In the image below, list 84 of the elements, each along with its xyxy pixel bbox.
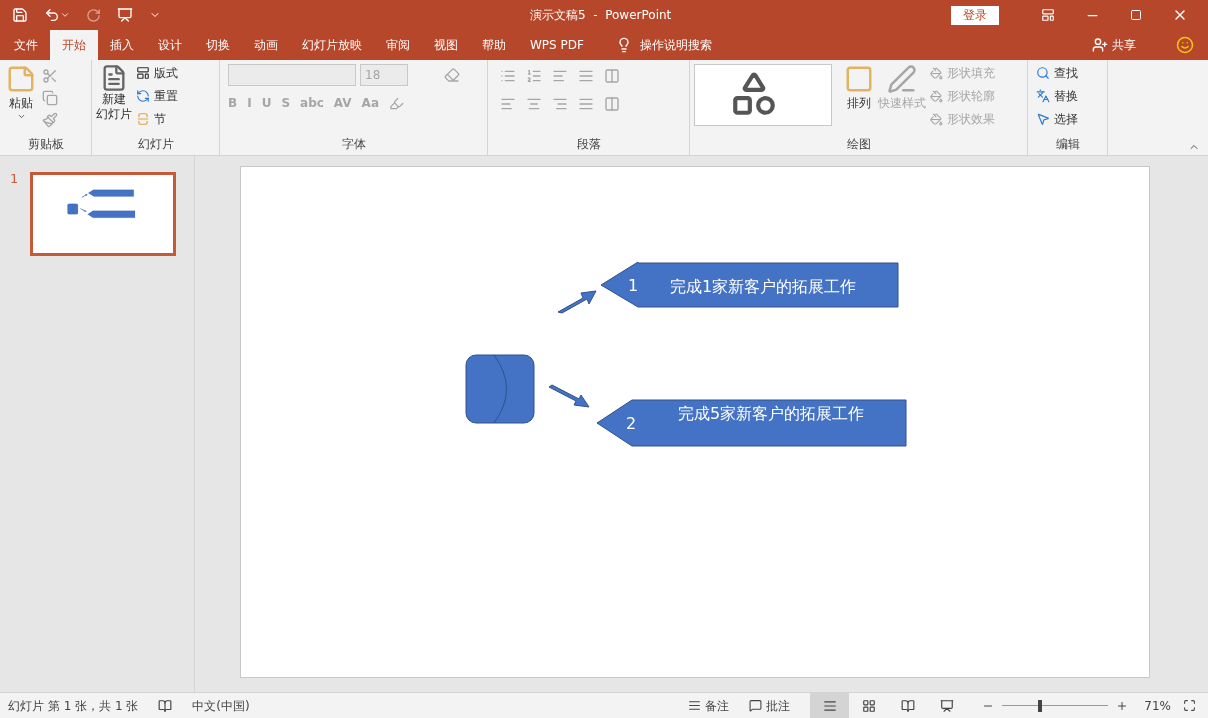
login-button[interactable]: 登录 xyxy=(951,5,999,25)
zoom-thumb[interactable] xyxy=(1038,699,1043,712)
callout-number: 2 xyxy=(625,414,637,433)
align-center-icon[interactable] xyxy=(526,96,542,112)
ribbon-tab[interactable]: 设计 xyxy=(146,30,194,60)
show-view-icon xyxy=(939,698,954,713)
zoom-in-icon[interactable] xyxy=(1116,699,1129,712)
justify-icon[interactable] xyxy=(578,96,594,112)
maximize-icon[interactable] xyxy=(1130,9,1142,21)
arrow-shape xyxy=(548,384,590,408)
columns-icon[interactable] xyxy=(604,96,620,112)
layout-icon xyxy=(136,66,150,80)
ribbon-tab[interactable]: 审阅 xyxy=(374,30,422,60)
ribbon-tab[interactable]: 动画 xyxy=(242,30,290,60)
ribbon-tab[interactable]: 文件 xyxy=(2,30,50,60)
group-label: 段落 xyxy=(576,136,601,153)
view-button[interactable] xyxy=(810,693,850,718)
group-label: 剪贴板 xyxy=(27,136,64,153)
ribbon-tab[interactable]: 插入 xyxy=(98,30,146,60)
fit-slide-icon[interactable] xyxy=(1183,699,1196,712)
paint-bucket-icon xyxy=(930,112,943,126)
arrange-button[interactable]: 排列 xyxy=(836,64,874,112)
window-title: 演示文稿5 - PowerPoint xyxy=(530,7,672,24)
ribbon-tab[interactable]: 幻灯片放映 xyxy=(290,30,374,60)
rounded-square-shape xyxy=(465,354,535,424)
ribbon-tab[interactable]: 帮助 xyxy=(470,30,518,60)
ribbon-tab[interactable]: WPS PDF xyxy=(518,30,596,60)
editing-button[interactable]: 查找 xyxy=(1036,64,1078,82)
arrow-shape xyxy=(557,290,597,314)
find-icon xyxy=(1036,66,1050,80)
share-button[interactable]: 共享 xyxy=(1092,36,1136,54)
slide-number: 1 xyxy=(10,172,19,188)
clear-format-icon[interactable] xyxy=(444,67,460,83)
align-right-icon[interactable] xyxy=(552,96,568,112)
callout-text: 完成1家新客户的拓展工作 xyxy=(669,277,857,296)
tell-me-field[interactable]: 操作说明搜索 xyxy=(631,30,720,60)
editing-button[interactable]: 替换 xyxy=(1036,87,1078,105)
group-label: 编辑 xyxy=(1055,136,1080,153)
caret-icon[interactable] xyxy=(60,10,70,20)
bullets-icon[interactable] xyxy=(500,68,516,84)
ribbon-tab[interactable]: 视图 xyxy=(422,30,470,60)
group-label: 幻灯片 xyxy=(137,136,174,153)
caret-icon xyxy=(16,112,26,121)
ribbon-tab[interactable]: 切换 xyxy=(194,30,242,60)
ribbon-tab[interactable]: 开始 xyxy=(50,30,98,60)
layout-button[interactable]: 版式 xyxy=(136,64,178,82)
notes-button[interactable]: 备注 xyxy=(688,696,730,715)
shape-gallery[interactable] xyxy=(694,64,832,126)
slide-thumbnail[interactable] xyxy=(30,172,176,257)
section-button[interactable]: 节 xyxy=(136,110,178,128)
smiley-icon[interactable] xyxy=(1176,36,1194,54)
reset-icon xyxy=(136,89,150,103)
ribbon-options-icon[interactable] xyxy=(1041,8,1055,22)
callout-text: 完成5家新客户的拓展工作 xyxy=(677,404,865,423)
language-label[interactable]: 中文(中国) xyxy=(192,696,250,715)
reading-view-icon xyxy=(900,698,915,713)
editing-button[interactable]: 选择 xyxy=(1036,110,1078,128)
paint-bucket-icon xyxy=(930,66,943,80)
numbering-icon[interactable] xyxy=(526,68,542,84)
paint-bucket-icon xyxy=(930,89,943,103)
callout-number: 1 xyxy=(627,276,639,295)
copy-icon[interactable] xyxy=(42,90,58,106)
select-icon xyxy=(1036,112,1050,126)
cut-icon[interactable] xyxy=(42,68,58,84)
zoom-reading[interactable]: 71% xyxy=(1144,696,1171,715)
group-label: 绘图 xyxy=(846,136,871,153)
slideshow-icon[interactable] xyxy=(117,7,133,23)
new-slide-button[interactable]: 新建 幻灯片 xyxy=(96,64,132,122)
comment-icon xyxy=(749,699,763,712)
person-add-icon xyxy=(1092,37,1108,53)
highlight-icon[interactable] xyxy=(389,95,404,111)
format-painter-icon[interactable] xyxy=(42,112,58,128)
slide-info: 幻灯片 第 1 张，共 1 张 xyxy=(8,697,139,715)
paste-button[interactable]: 粘贴 xyxy=(4,64,38,121)
sorter-view-icon xyxy=(861,698,876,713)
notes-icon xyxy=(688,699,702,712)
save-icon[interactable] xyxy=(12,7,28,23)
group-label: 字体 xyxy=(341,136,366,153)
align-left-icon[interactable] xyxy=(500,96,516,112)
undo-icon[interactable] xyxy=(44,7,60,23)
pen-icon xyxy=(887,64,917,94)
zoom-slider[interactable] xyxy=(1002,699,1109,712)
reset-button[interactable]: 重置 xyxy=(136,87,178,105)
comments-button[interactable]: 批注 xyxy=(749,696,791,715)
